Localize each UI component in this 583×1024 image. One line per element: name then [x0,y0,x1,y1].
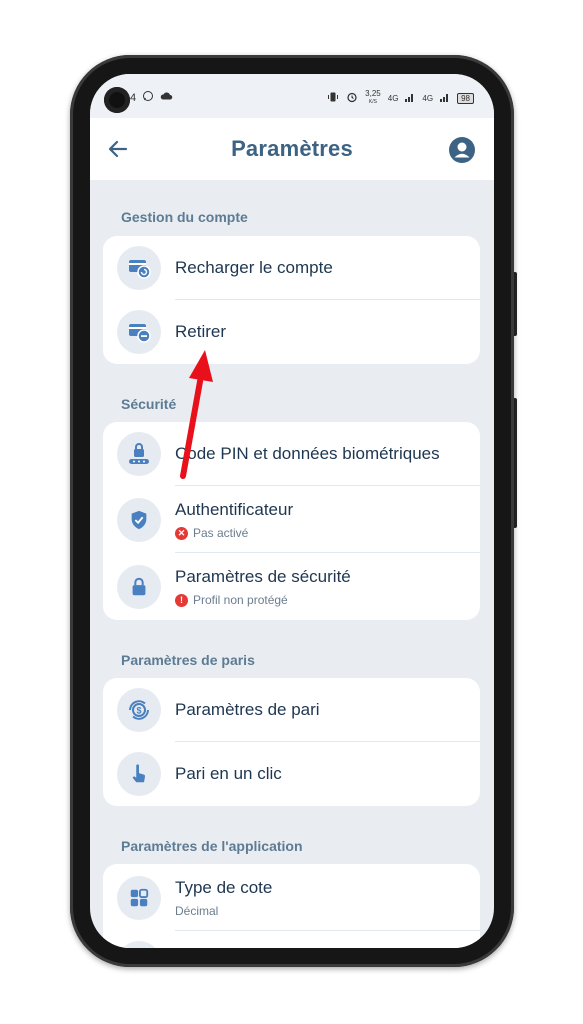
close-circle-icon: ✕ [175,526,188,540]
list-item-label: Recharger le compte [175,258,333,277]
grid-icon [117,876,161,920]
odds-type-value: Décimal [175,904,219,918]
arrow-left-icon[interactable] [106,137,130,161]
network-label-1: 4G [387,93,399,103]
cloud-icon [160,91,173,104]
card-account: Recharger le compte Retirer [103,236,480,364]
section-title-account: Gestion du compte [121,209,248,225]
section-title-betting: Paramètres de paris [121,652,255,668]
vibrate-icon [327,91,339,105]
list-item-bet-settings[interactable]: $ Paramètres de pari [103,678,480,742]
shield-check-icon [117,498,161,542]
list-item-label: Authentificateur [175,500,294,519]
status-bar: 4 3,25 K/S 4G 4G 98 [90,74,494,118]
status-time: 4 [130,91,137,104]
list-item-odds-type[interactable]: Type de cote Décimal [103,864,480,931]
list-item-label: Retirer [175,322,227,341]
status-line: ! Profil non protégé [175,593,288,607]
user-circle-icon[interactable] [448,136,476,164]
card-refresh-icon [117,246,161,290]
card-security: Code PIN et données biométriques Authent… [103,422,480,620]
alarm-icon [346,91,358,105]
list-item-label: Type de cote [175,878,273,897]
list-item-label: Paramètres de pari [175,700,320,719]
list-item-label: Code PIN et données biométriques [175,444,440,463]
list-item-label: Pari en un clic [175,764,282,783]
network-speed-value: 3,25 [365,89,381,98]
status-text: Pas activé [193,526,249,540]
list-item-one-click[interactable]: Pari en un clic [103,742,480,806]
card-betting: $ Paramètres de pari Pari en un clic [103,678,480,806]
whatsapp-icon [142,90,154,105]
svg-text:$: $ [136,706,141,716]
list-item-withdraw[interactable]: Retirer [103,300,480,364]
lock-icon [117,565,161,609]
page-title: Paramètres [231,136,353,161]
network-speed-unit: K/S [368,99,377,105]
list-item-pin[interactable]: Code PIN et données biométriques [103,422,480,486]
status-line: ✕ Pas activé [175,526,248,540]
section-title-security: Sécurité [121,396,177,412]
top-app-bar: Paramètres [90,118,494,180]
hand-tap-icon [117,752,161,796]
network-speed: 3,25 K/S [365,90,381,106]
list-item-authenticator[interactable]: Authentificateur ✕ Pas activé [103,486,480,553]
list-item-recharge[interactable]: Recharger le compte [103,236,480,300]
alert-circle-icon: ! [175,593,188,607]
front-camera [104,87,130,113]
network-label-2: 4G [422,93,434,103]
lock-keypad-icon [117,432,161,476]
list-item-next[interactable] [103,931,480,948]
coin-exchange-icon: $ [117,688,161,732]
battery-icon: 98 [457,92,474,104]
signal-icon [440,92,450,104]
card-minus-icon [117,310,161,354]
status-left: 4 [130,90,173,105]
placeholder-icon [117,941,161,948]
status-text: Profil non protégé [193,593,288,607]
list-item-security-settings[interactable]: Paramètres de sécurité ! Profil non prot… [103,553,480,620]
list-item-label: Paramètres de sécurité [175,567,351,586]
signal-icon [405,92,415,104]
status-right: 3,25 K/S 4G 4G 98 [327,90,474,106]
phone-screen: 4 3,25 K/S 4G 4G 98 Paramètres Gestion d… [90,74,494,948]
section-title-app: Paramètres de l'application [121,838,303,854]
card-app: Type de cote Décimal [103,864,480,948]
